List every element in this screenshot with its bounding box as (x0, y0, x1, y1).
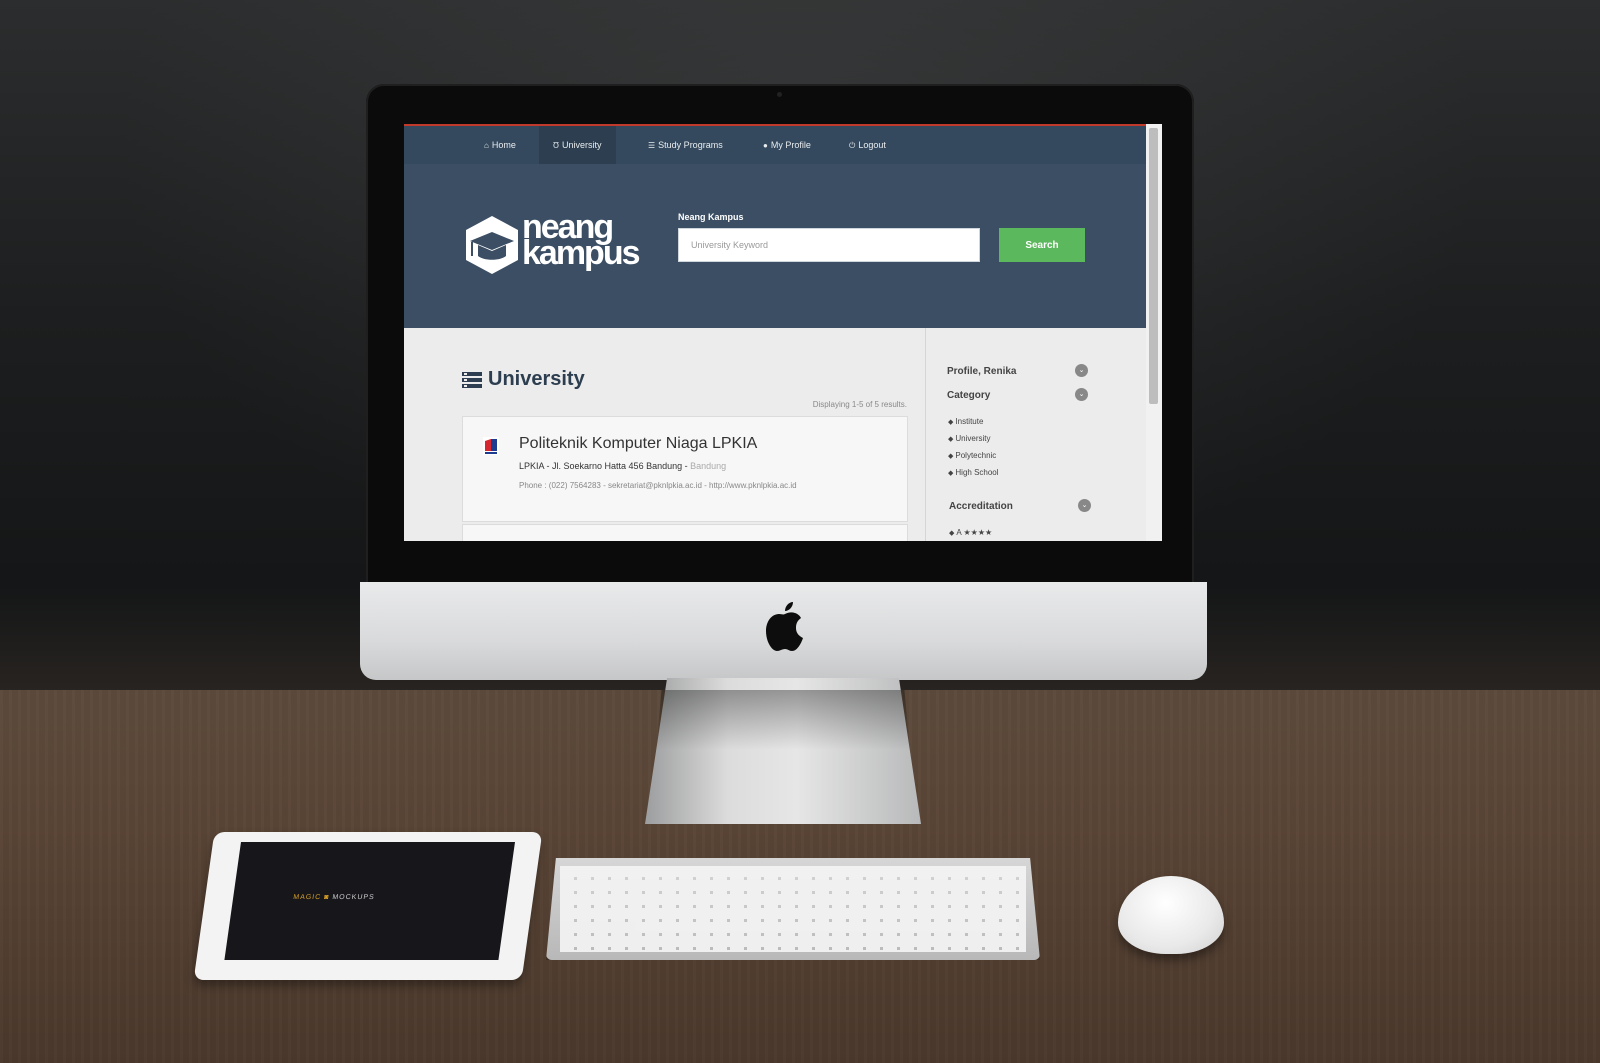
chevron-down-icon[interactable]: ⌄ (1078, 499, 1091, 512)
university-result-card[interactable]: Politeknik Komputer Niaga LPKIA LPKIA - … (462, 416, 908, 522)
category-item[interactable]: ◆ University (948, 434, 991, 443)
tag-icon: ◆ (948, 436, 954, 443)
category-item[interactable]: ◆ Polytechnic (948, 451, 996, 460)
home-icon: ⌂ (484, 141, 489, 150)
power-icon: ⏻ (849, 141, 856, 150)
apple-logo-icon (766, 602, 803, 651)
scrollbar-thumb[interactable] (1149, 128, 1158, 404)
ipad-device: MAGIC ◙ MOCKUPS (193, 832, 543, 980)
main-content: University Displaying 1-5 of 5 results. … (404, 328, 926, 541)
university-search-input[interactable] (678, 228, 980, 262)
category-item[interactable]: ◆ High School (948, 468, 999, 477)
chevron-down-icon[interactable]: ⌄ (1075, 388, 1088, 401)
search-label: Neang Kampus (678, 212, 744, 222)
university-name-link[interactable]: Politeknik Komputer Niaga LPKIA (519, 435, 757, 453)
university-address: LPKIA - Jl. Soekarno Hatta 456 Bandung -… (519, 461, 727, 471)
results-summary: Displaying 1-5 of 5 results. (812, 400, 907, 409)
accreditation-item[interactable]: ◆ A ★★★★ (949, 528, 992, 537)
chevron-down-icon[interactable]: ⌄ (1075, 364, 1088, 377)
stand-shadow (656, 690, 910, 750)
photo-scene: ⌂ Home Ʊ University ☰ Study Programs ● My Pr… (0, 0, 1600, 1063)
tag-icon: ◆ (948, 470, 954, 477)
university-icon: Ʊ (553, 141, 559, 150)
camera-icon (777, 92, 782, 97)
nav-university[interactable]: Ʊ University (539, 126, 616, 164)
nav-my-profile[interactable]: ● My Profile (749, 126, 825, 164)
top-navigation: ⌂ Home Ʊ University ☰ Study Programs ● My Pr… (404, 124, 1146, 164)
accreditation-heading[interactable]: Accreditation (949, 501, 1013, 512)
university-contact: Phone : (022) 7564283 - sekretariat@pknl… (519, 481, 797, 490)
mockup-logo-icon: ◙ (323, 894, 330, 901)
user-icon: ● (763, 141, 768, 150)
hero-banner: neang kampus Neang Kampus Search (404, 164, 1146, 328)
keyboard-keys (560, 866, 1026, 952)
server-list-icon (462, 371, 482, 388)
list-icon: ☰ (648, 141, 656, 150)
nav-logout[interactable]: ⏻ Logout (835, 126, 900, 164)
tag-icon: ◆ (948, 419, 954, 426)
ipad-screen: MAGIC ◙ MOCKUPS (224, 842, 515, 960)
university-result-card[interactable] (462, 524, 908, 541)
page-scrollbar[interactable] (1146, 124, 1162, 541)
tag-icon: ◆ (949, 530, 955, 537)
category-heading[interactable]: Category (947, 390, 990, 401)
nav-study-programs[interactable]: ☰ Study Programs (634, 126, 737, 164)
filter-sidebar: Profile, Renika ⌄ Category ⌄ ◆ Institute … (927, 328, 1146, 541)
keyboard-device (546, 858, 1040, 960)
university-logo-icon (483, 437, 499, 455)
browser-screen: ⌂ Home Ʊ University ☰ Study Programs ● My Pr… (404, 124, 1162, 541)
search-button[interactable]: Search (999, 228, 1085, 262)
tag-icon: ◆ (948, 453, 954, 460)
profile-heading[interactable]: Profile, Renika (947, 366, 1016, 377)
category-item[interactable]: ◆ Institute (948, 417, 983, 426)
nav-home[interactable]: ⌂ Home (470, 126, 530, 164)
site-logo-text: neang kampus (522, 208, 640, 272)
ipad-brand-text: MAGIC ◙ MOCKUPS (292, 894, 376, 901)
page-title: University (462, 368, 585, 391)
